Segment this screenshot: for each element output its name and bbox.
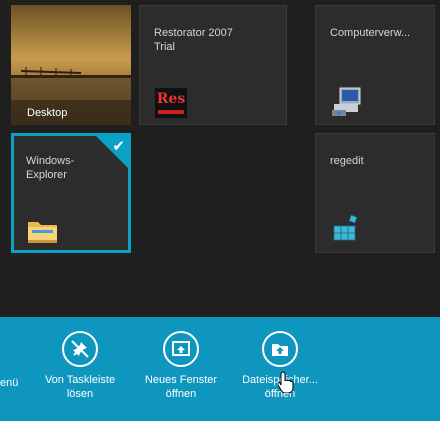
new-window-label: Neues Fenster öffnen xyxy=(144,374,218,400)
unpin-icon xyxy=(62,331,98,367)
tile-desktop-label: Desktop xyxy=(27,107,68,119)
tile-restorator-label: Restorator 2007 Trial xyxy=(154,27,233,53)
folder-icon xyxy=(28,222,57,243)
new-window-icon xyxy=(163,331,199,367)
tile-windows-explorer[interactable]: Windows- Explorer ✔ xyxy=(11,133,131,253)
open-file-location-icon xyxy=(262,331,298,367)
tile-regedit-label: regedit xyxy=(330,155,364,167)
restorator-icon: Res xyxy=(155,88,187,118)
partial-command-label: enü xyxy=(0,377,19,389)
tile-desktop[interactable]: Desktop xyxy=(11,5,131,125)
computer-management-icon xyxy=(332,87,361,116)
tile-computer-management[interactable]: Computerverw... xyxy=(315,5,435,125)
unpin-from-taskbar-button[interactable]: Von Taskleiste lösen xyxy=(32,331,128,401)
unpin-from-taskbar-label: Von Taskleiste lösen xyxy=(44,374,116,400)
new-window-button[interactable]: Neues Fenster öffnen xyxy=(133,331,229,401)
checkmark-icon: ✔ xyxy=(112,138,125,155)
tile-regedit[interactable]: regedit xyxy=(315,133,435,253)
tile-windows-explorer-label: Windows- Explorer xyxy=(26,155,75,181)
regedit-icon xyxy=(333,214,358,241)
tile-restorator[interactable]: Restorator 2007 Trial Res xyxy=(139,5,287,125)
app-bar: enü Von Taskleiste lösen Neues Fenster ö… xyxy=(0,317,440,421)
hand-cursor-icon xyxy=(278,371,294,393)
tile-computer-management-label: Computerverw... xyxy=(330,27,411,39)
restorator-icon-text: Res xyxy=(156,91,186,107)
